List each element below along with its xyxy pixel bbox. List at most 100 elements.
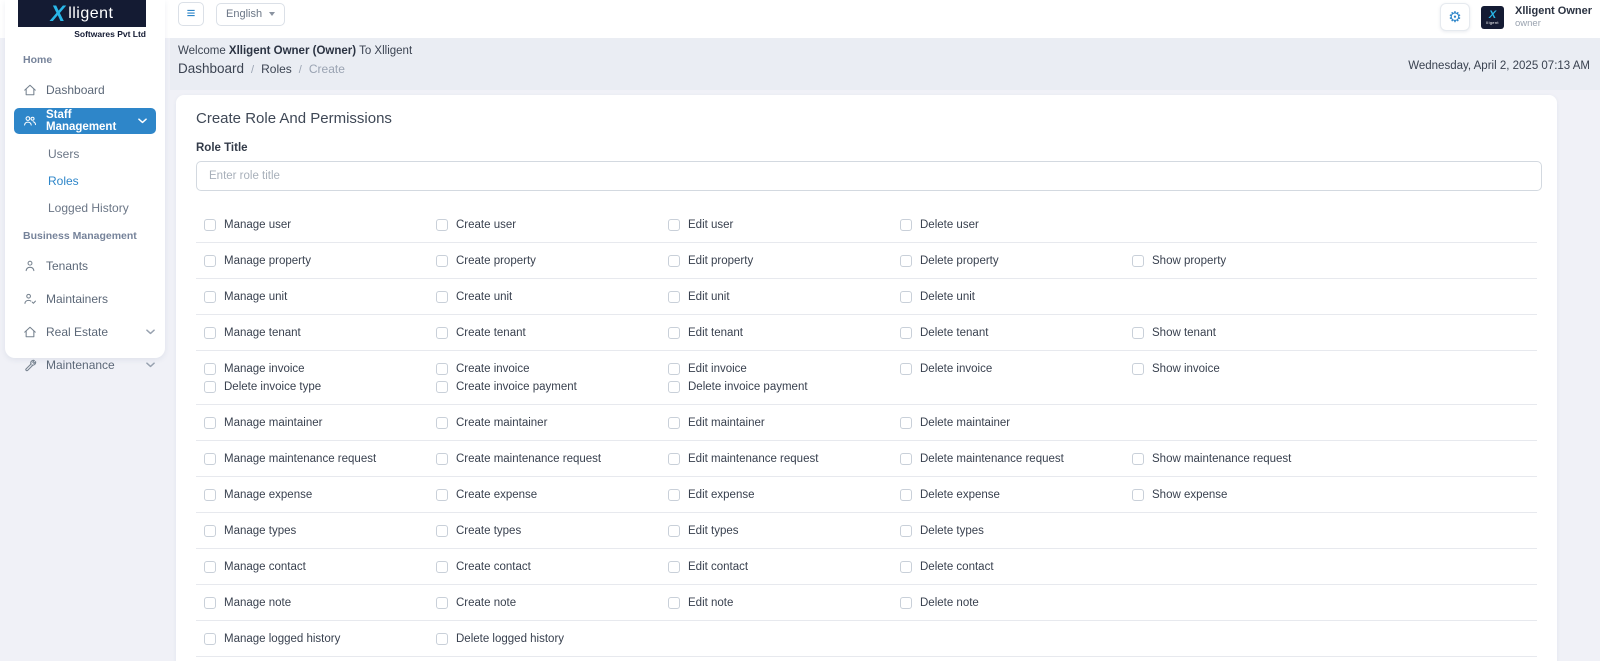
permission-item-manage-contact[interactable]: Manage contact [204,559,436,574]
permission-item-create-tenant[interactable]: Create tenant [436,325,668,340]
permission-item-delete-invoice-payment[interactable]: Delete invoice payment [668,379,900,394]
permission-checkbox[interactable] [436,326,448,339]
permission-checkbox[interactable] [436,362,448,375]
permission-item-edit-unit[interactable]: Edit unit [668,289,900,304]
permission-checkbox[interactable] [668,560,680,573]
role-title-input[interactable] [196,161,1542,191]
permission-checkbox[interactable] [204,452,216,465]
permission-checkbox[interactable] [668,524,680,537]
permission-checkbox[interactable] [900,596,912,609]
permission-item-show-invoice[interactable]: Show invoice [1132,361,1364,376]
permission-checkbox[interactable] [668,488,680,501]
permission-checkbox[interactable] [436,632,448,645]
permission-item-create-unit[interactable]: Create unit [436,289,668,304]
permission-item-manage-unit[interactable]: Manage unit [204,289,436,304]
permission-checkbox[interactable] [1132,326,1144,339]
sidebar-item-tenants[interactable]: Tenants [23,257,155,275]
permission-checkbox[interactable] [900,416,912,429]
permission-checkbox[interactable] [204,254,216,267]
permission-checkbox[interactable] [204,416,216,429]
permission-checkbox[interactable] [436,218,448,231]
sidebar-item-maintainers[interactable]: Maintainers [23,290,155,308]
permission-checkbox[interactable] [900,560,912,573]
permission-checkbox[interactable] [204,218,216,231]
sidebar-item-real-estate[interactable]: Real Estate [23,323,155,341]
permission-item-delete-invoice[interactable]: Delete invoice [900,361,1132,376]
permission-item-delete-maintainer[interactable]: Delete maintainer [900,415,1132,430]
permission-item-manage-maintainer[interactable]: Manage maintainer [204,415,436,430]
permission-checkbox[interactable] [204,362,216,375]
permission-checkbox[interactable] [1132,452,1144,465]
permission-checkbox[interactable] [668,290,680,303]
permission-checkbox[interactable] [436,560,448,573]
permission-item-create-types[interactable]: Create types [436,523,668,538]
permission-checkbox[interactable] [668,326,680,339]
settings-button[interactable]: ⚙ [1439,3,1470,31]
permission-item-create-expense[interactable]: Create expense [436,487,668,502]
permission-checkbox[interactable] [1132,254,1144,267]
permission-item-create-maintenance-request[interactable]: Create maintenance request [436,451,668,466]
permission-item-create-user[interactable]: Create user [436,217,668,232]
permission-item-manage-note[interactable]: Manage note [204,595,436,610]
permission-checkbox[interactable] [204,524,216,537]
permission-checkbox[interactable] [204,488,216,501]
permission-checkbox[interactable] [668,596,680,609]
permission-item-delete-logged-history[interactable]: Delete logged history [436,631,668,646]
permission-item-edit-maintenance-request[interactable]: Edit maintenance request [668,451,900,466]
breadcrumb-item-roles[interactable]: Roles [261,62,292,76]
permission-item-delete-contact[interactable]: Delete contact [900,559,1132,574]
permission-item-show-tenant[interactable]: Show tenant [1132,325,1364,340]
permission-item-show-expense[interactable]: Show expense [1132,487,1364,502]
sidebar-item-dashboard[interactable]: Dashboard [23,81,155,99]
permission-item-create-property[interactable]: Create property [436,253,668,268]
permission-checkbox[interactable] [900,254,912,267]
permission-checkbox[interactable] [436,596,448,609]
permission-item-delete-property[interactable]: Delete property [900,253,1132,268]
permission-item-delete-tenant[interactable]: Delete tenant [900,325,1132,340]
permission-item-edit-property[interactable]: Edit property [668,253,900,268]
permission-checkbox[interactable] [436,488,448,501]
permission-checkbox[interactable] [900,488,912,501]
permission-checkbox[interactable] [668,380,680,393]
permission-checkbox[interactable] [900,452,912,465]
permission-checkbox[interactable] [1132,362,1144,375]
sidebar-subitem-logged-history[interactable]: Logged History [48,201,165,215]
permission-item-show-property[interactable]: Show property [1132,253,1364,268]
permission-checkbox[interactable] [900,362,912,375]
permission-item-edit-note[interactable]: Edit note [668,595,900,610]
permission-item-delete-types[interactable]: Delete types [900,523,1132,538]
permission-item-delete-maintenance-request[interactable]: Delete maintenance request [900,451,1132,466]
permission-item-manage-property[interactable]: Manage property [204,253,436,268]
permission-item-edit-types[interactable]: Edit types [668,523,900,538]
permission-item-manage-expense[interactable]: Manage expense [204,487,436,502]
permission-item-create-maintainer[interactable]: Create maintainer [436,415,668,430]
permission-checkbox[interactable] [436,380,448,393]
permission-checkbox[interactable] [900,218,912,231]
sidebar-subitem-users[interactable]: Users [48,147,165,161]
brand-logo[interactable]: X lligent [18,0,146,27]
permission-checkbox[interactable] [436,452,448,465]
permission-item-delete-user[interactable]: Delete user [900,217,1132,232]
sidebar-subitem-roles[interactable]: Roles [48,174,165,188]
permission-checkbox[interactable] [436,254,448,267]
permission-item-show-maintenance-request[interactable]: Show maintenance request [1132,451,1364,466]
permission-item-edit-invoice[interactable]: Edit invoice [668,361,900,376]
permission-item-edit-expense[interactable]: Edit expense [668,487,900,502]
permission-checkbox[interactable] [1132,488,1144,501]
sidebar-item-staff-management[interactable]: Staff Management [14,108,156,134]
permission-checkbox[interactable] [204,380,216,393]
permission-checkbox[interactable] [668,254,680,267]
menu-toggle-button[interactable]: ≡ [178,2,204,26]
breadcrumb-item-dashboard[interactable]: Dashboard [178,61,244,76]
permission-checkbox[interactable] [436,290,448,303]
user-menu[interactable]: Xlligent Owner owner [1515,5,1594,30]
permission-item-delete-unit[interactable]: Delete unit [900,289,1132,304]
permission-checkbox[interactable] [900,326,912,339]
permission-item-create-invoice-payment[interactable]: Create invoice payment [436,379,668,394]
permission-checkbox[interactable] [436,524,448,537]
permission-item-create-note[interactable]: Create note [436,595,668,610]
permission-item-manage-logged-history[interactable]: Manage logged history [204,631,436,646]
permission-checkbox[interactable] [668,218,680,231]
permission-item-delete-note[interactable]: Delete note [900,595,1132,610]
permission-checkbox[interactable] [204,560,216,573]
